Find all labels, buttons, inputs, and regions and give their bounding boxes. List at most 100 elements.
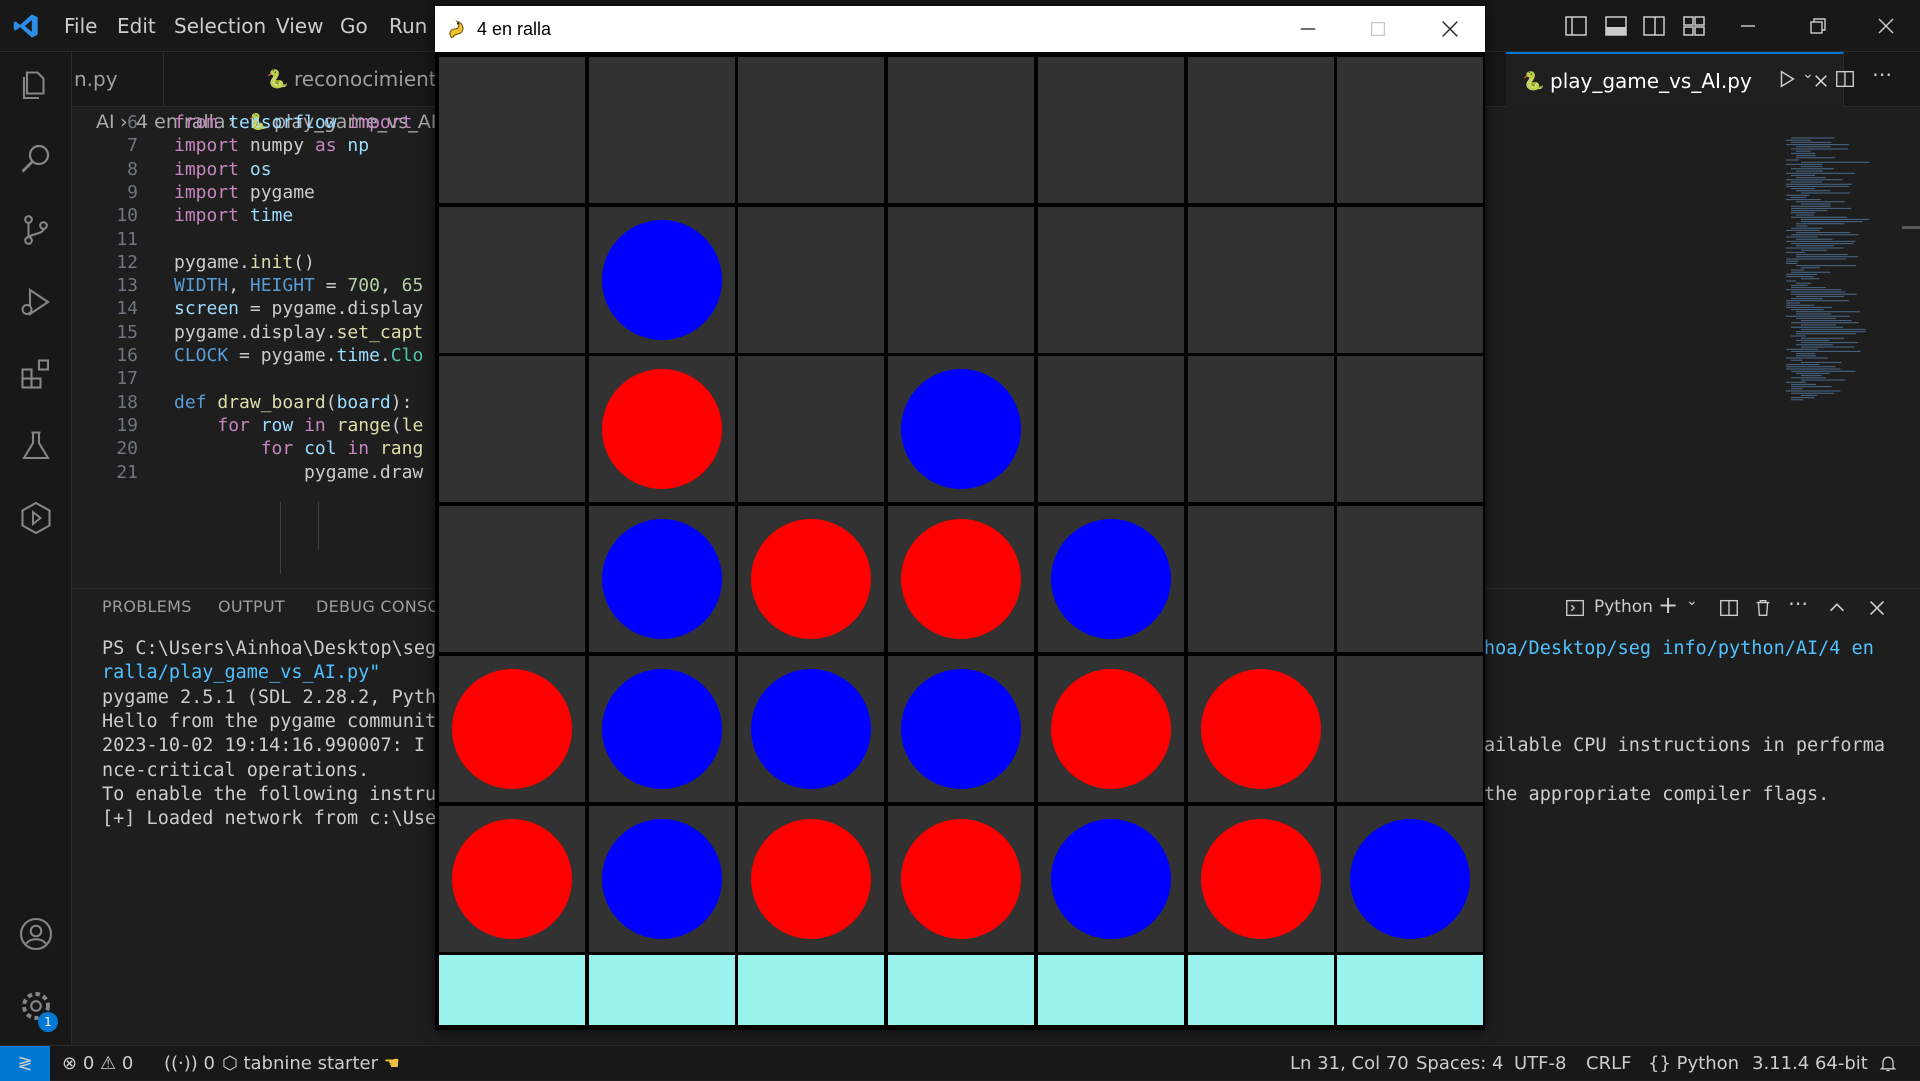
tab-output[interactable]: OUTPUT xyxy=(218,597,285,616)
panel-more-icon[interactable]: ⋯ xyxy=(1788,591,1808,615)
remote-indicator[interactable]: ≷ xyxy=(0,1046,50,1081)
board-cell-r4-c0[interactable] xyxy=(439,655,585,802)
terminal-name[interactable]: Python xyxy=(1594,597,1653,617)
board-cell-r2-c3[interactable] xyxy=(888,356,1035,503)
board-cell-r4-c4[interactable] xyxy=(1037,655,1184,802)
notifications-bell-icon[interactable] xyxy=(1878,1053,1898,1073)
board-cell-r0-c6[interactable] xyxy=(1337,57,1484,203)
board-cell-r2-c6[interactable] xyxy=(1337,356,1484,503)
menu-file[interactable]: File xyxy=(64,0,97,52)
board-cell-r3-c2[interactable] xyxy=(738,506,885,653)
board-cell-r5-c5[interactable] xyxy=(1187,805,1334,952)
board-cell-r1-c1[interactable] xyxy=(588,206,735,353)
run-python-file-icon[interactable] xyxy=(1776,68,1798,90)
menu-go[interactable]: Go xyxy=(340,0,368,52)
drop-column-3[interactable] xyxy=(888,955,1035,1026)
drop-column-0[interactable] xyxy=(439,955,585,1026)
encoding[interactable]: UTF-8 xyxy=(1514,1046,1566,1081)
drop-column-4[interactable] xyxy=(1037,955,1184,1026)
drop-column-1[interactable] xyxy=(588,955,735,1026)
minimize-icon[interactable] xyxy=(1736,14,1760,38)
board-cell-r5-c3[interactable] xyxy=(888,805,1035,952)
board-cell-r5-c6[interactable] xyxy=(1337,805,1484,952)
close-window-icon[interactable] xyxy=(1439,18,1461,40)
board-cell-r1-c5[interactable] xyxy=(1187,206,1334,353)
explorer-icon[interactable] xyxy=(18,68,54,104)
tab-n-py[interactable]: n.py xyxy=(72,52,164,107)
code-editor[interactable]: 6 from tensorflow import 7 import numpy as … xyxy=(72,112,452,580)
indentation[interactable]: Spaces: 4 xyxy=(1416,1046,1503,1081)
board-cell-r4-c1[interactable] xyxy=(588,655,735,802)
board-cell-r5-c0[interactable] xyxy=(439,805,585,952)
toggle-primary-sidebar-icon[interactable] xyxy=(1564,14,1588,38)
tabnine-indicator[interactable]: ⬡ tabnine starter ☚ xyxy=(222,1046,400,1081)
run-debug-icon[interactable] xyxy=(18,284,54,320)
close-tab-icon[interactable] xyxy=(1812,72,1830,90)
run-chevron-down-icon[interactable]: ⌄ xyxy=(1802,66,1814,82)
extensions-icon[interactable] xyxy=(18,356,54,392)
menu-run[interactable]: Run xyxy=(389,0,427,52)
close-window-icon[interactable] xyxy=(1874,14,1898,38)
board-cell-r0-c1[interactable] xyxy=(588,57,735,203)
drop-column-6[interactable] xyxy=(1337,955,1484,1026)
board-cell-r3-c1[interactable] xyxy=(588,506,735,653)
board-cell-r5-c1[interactable] xyxy=(588,805,735,952)
split-terminal-icon[interactable] xyxy=(1718,597,1740,619)
trash-icon[interactable] xyxy=(1752,597,1774,619)
maximize-icon[interactable] xyxy=(1367,18,1389,40)
drop-column-5[interactable] xyxy=(1187,955,1334,1026)
language-mode[interactable]: {} Python xyxy=(1648,1046,1739,1081)
drop-column-2[interactable] xyxy=(738,955,885,1026)
board-cell-r3-c5[interactable] xyxy=(1187,506,1334,653)
more-actions-icon[interactable]: ⋯ xyxy=(1872,62,1892,86)
board-cell-r5-c4[interactable] xyxy=(1037,805,1184,952)
toggle-panel-icon[interactable] xyxy=(1604,14,1628,38)
board-cell-r0-c3[interactable] xyxy=(888,57,1035,203)
vscode-logo-icon[interactable] xyxy=(12,12,40,40)
board-cell-r0-c2[interactable] xyxy=(738,57,885,203)
python-interpreter[interactable]: 3.11.4 64-bit xyxy=(1752,1046,1868,1081)
board-cell-r1-c3[interactable] xyxy=(888,206,1035,353)
accounts-icon[interactable] xyxy=(18,916,54,952)
board-cell-r5-c2[interactable] xyxy=(738,805,885,952)
pygame-window[interactable]: 4 en ralla xyxy=(435,6,1485,1030)
board-cell-r2-c4[interactable] xyxy=(1037,356,1184,503)
errors-indicator[interactable]: ⊗ 0 ⚠ 0 xyxy=(62,1046,133,1081)
minimap[interactable] xyxy=(1782,136,1902,406)
tab-debug-console[interactable]: DEBUG CONSOL xyxy=(316,597,450,616)
search-icon[interactable] xyxy=(18,140,54,176)
board-cell-r3-c3[interactable] xyxy=(888,506,1035,653)
board-cell-r0-c4[interactable] xyxy=(1037,57,1184,203)
toggle-secondary-sidebar-icon[interactable] xyxy=(1642,14,1666,38)
remote-explorer-icon[interactable] xyxy=(18,500,54,536)
board-cell-r1-c4[interactable] xyxy=(1037,206,1184,353)
board-cell-r0-c5[interactable] xyxy=(1187,57,1334,203)
board-cell-r4-c6[interactable] xyxy=(1337,655,1484,802)
board-cell-r3-c0[interactable] xyxy=(439,506,585,653)
new-terminal-plus-icon[interactable]: + xyxy=(1658,591,1678,619)
pygame-titlebar[interactable]: 4 en ralla xyxy=(435,6,1485,52)
cursor-position[interactable]: Ln 31, Col 70 xyxy=(1290,1046,1409,1081)
ports-indicator[interactable]: ((·)) 0 xyxy=(164,1046,215,1081)
board-cell-r0-c0[interactable] xyxy=(439,57,585,203)
board-cell-r3-c6[interactable] xyxy=(1337,506,1484,653)
board-cell-r1-c2[interactable] xyxy=(738,206,885,353)
board-cell-r4-c2[interactable] xyxy=(738,655,885,802)
board-cell-r2-c0[interactable] xyxy=(439,356,585,503)
close-panel-icon[interactable] xyxy=(1866,597,1888,619)
scrollbar-thumb[interactable] xyxy=(1902,226,1920,229)
tab-problems[interactable]: PROBLEMS xyxy=(102,597,192,616)
restore-icon[interactable] xyxy=(1806,14,1830,38)
board-cell-r2-c5[interactable] xyxy=(1187,356,1334,503)
testing-icon[interactable] xyxy=(18,428,54,464)
board-cell-r3-c4[interactable] xyxy=(1037,506,1184,653)
board-cell-r1-c0[interactable] xyxy=(439,206,585,353)
menu-view[interactable]: View xyxy=(276,0,323,52)
board-cell-r4-c3[interactable] xyxy=(888,655,1035,802)
split-editor-icon[interactable] xyxy=(1834,68,1856,90)
terminal-chevron-down-icon[interactable]: ⌄ xyxy=(1686,593,1698,609)
customize-layout-icon[interactable] xyxy=(1682,14,1706,38)
board-cell-r4-c5[interactable] xyxy=(1187,655,1334,802)
line-endings[interactable]: CRLF xyxy=(1586,1046,1631,1081)
minimize-icon[interactable] xyxy=(1297,18,1319,40)
